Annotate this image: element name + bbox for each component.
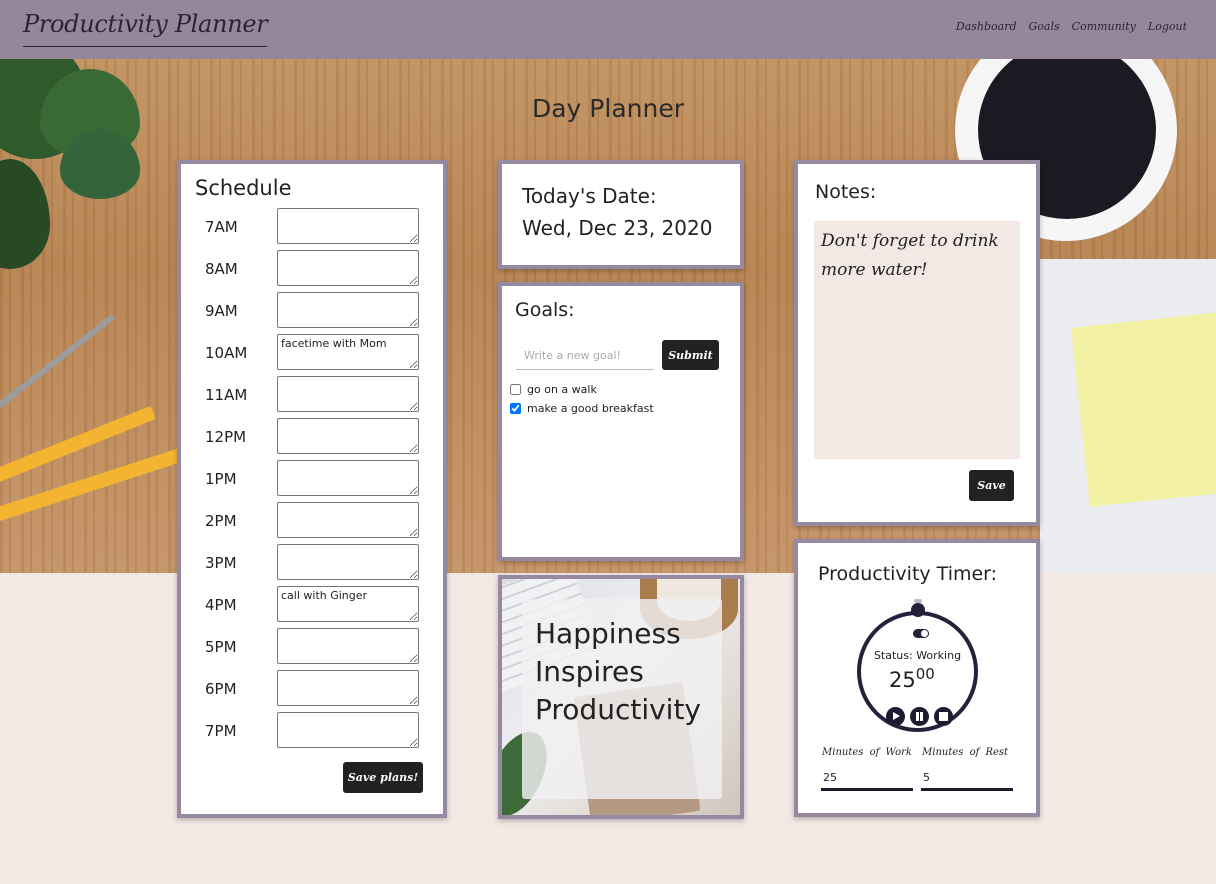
schedule-slot: 5PM <box>205 628 425 664</box>
nav-link-logout[interactable]: Logout <box>1148 20 1187 33</box>
nav-links: Dashboard Goals Community Logout <box>956 20 1187 33</box>
save-plans-button[interactable]: Save plans! <box>343 762 423 793</box>
slot-hour: 1PM <box>205 470 237 488</box>
sticky-note <box>1071 311 1216 507</box>
slot-input[interactable] <box>277 250 419 286</box>
page-title: Day Planner <box>531 94 684 123</box>
schedule-slot: 6PM <box>205 670 425 706</box>
schedule-card: Schedule 7AM 8AM 9AM 10AM facetime with M… <box>177 160 447 818</box>
brand-logo[interactable]: Productivity Planner <box>23 10 268 47</box>
goal-input[interactable] <box>516 341 654 370</box>
slot-hour: 11AM <box>205 386 248 404</box>
play-icon[interactable] <box>886 707 905 726</box>
slot-hour: 10AM <box>205 344 248 362</box>
slot-input[interactable] <box>277 376 419 412</box>
pause-icon[interactable] <box>910 707 929 726</box>
goal-checkbox[interactable] <box>510 402 521 414</box>
slot-hour: 7PM <box>205 722 237 740</box>
nav-link-community[interactable]: Community <box>1072 20 1136 33</box>
slot-hour: 6PM <box>205 680 237 698</box>
schedule-title: Schedule <box>195 176 292 200</box>
goals-title: Goals: <box>515 299 575 321</box>
slot-hour: 2PM <box>205 512 237 530</box>
slot-input[interactable] <box>277 208 419 244</box>
goal-text: go on a walk <box>527 382 597 396</box>
work-minutes-label: Minutes of Work <box>822 747 912 758</box>
rest-minutes-label: Minutes of Rest <box>922 747 1009 758</box>
timer-knob <box>911 603 925 617</box>
notes-save-button[interactable]: Save <box>969 470 1014 501</box>
slot-hour: 7AM <box>205 218 238 236</box>
quote-card: Happiness Inspires Productivity <box>498 575 744 819</box>
schedule-slot: 1PM <box>205 460 425 496</box>
schedule-slot: 2PM <box>205 502 425 538</box>
slot-hour: 4PM <box>205 596 237 614</box>
schedule-slot: 4PM call with Ginger <box>205 586 425 622</box>
slot-input[interactable] <box>277 502 419 538</box>
nav-link-goals[interactable]: Goals <box>1029 20 1060 33</box>
timer-clock: Status: Working 2500 <box>857 611 978 732</box>
timer-seconds: 00 <box>915 665 935 683</box>
timer-title: Productivity Timer: <box>818 563 998 585</box>
slot-input[interactable] <box>277 712 419 748</box>
goal-text: make a good breakfast <box>527 401 654 415</box>
slot-input[interactable] <box>277 418 419 454</box>
slot-hour: 8AM <box>205 260 238 278</box>
mode-toggle[interactable] <box>913 629 929 638</box>
slot-hour: 3PM <box>205 554 237 572</box>
schedule-slot: 12PM <box>205 418 425 454</box>
slot-hour: 12PM <box>205 428 247 446</box>
slot-input[interactable] <box>277 544 419 580</box>
schedule-slot: 11AM <box>205 376 425 412</box>
timer-display: 2500 <box>889 665 935 692</box>
goal-submit-button[interactable]: Submit <box>662 340 719 370</box>
slot-input[interactable] <box>277 670 419 706</box>
slot-input[interactable] <box>277 460 419 496</box>
date-card: Today's Date: Wed, Dec 23, 2020 <box>498 160 744 269</box>
timer-controls <box>886 707 953 726</box>
schedule-slot: 8AM <box>205 250 425 286</box>
slot-input[interactable] <box>277 628 419 664</box>
timer-card: Productivity Timer: Status: Working 2500… <box>794 539 1040 817</box>
timer-status: Status: Working <box>873 649 962 662</box>
goal-item[interactable]: make a good breakfast <box>510 400 654 416</box>
compass <box>0 313 116 411</box>
timer-minutes: 25 <box>889 668 916 692</box>
work-minutes-input[interactable] <box>821 767 913 791</box>
goal-item[interactable]: go on a walk <box>510 381 597 397</box>
schedule-slot: 9AM <box>205 292 425 328</box>
slot-input[interactable]: facetime with Mom <box>277 334 419 370</box>
schedule-slot: 7PM <box>205 712 425 748</box>
schedule-slot: 3PM <box>205 544 425 580</box>
nav-link-dashboard[interactable]: Dashboard <box>956 20 1017 33</box>
date-value: Wed, Dec 23, 2020 <box>522 216 713 240</box>
stop-icon[interactable] <box>934 707 953 726</box>
schedule-slot: 7AM <box>205 208 425 244</box>
slot-input[interactable]: call with Ginger <box>277 586 419 622</box>
rest-minutes-input[interactable] <box>921 767 1013 791</box>
notes-textarea[interactable]: Don't forget to drink more water! <box>814 221 1020 459</box>
goals-card: Goals: Submit go on a walk make a good b… <box>498 282 744 561</box>
date-label: Today's Date: <box>522 184 657 208</box>
schedule-slot: 10AM facetime with Mom <box>205 334 425 370</box>
goal-checkbox[interactable] <box>510 383 521 395</box>
notes-card: Notes: Don't forget to drink more water!… <box>794 160 1040 526</box>
slot-hour: 5PM <box>205 638 237 656</box>
navbar: Productivity Planner Dashboard Goals Com… <box>0 0 1216 59</box>
slot-hour: 9AM <box>205 302 238 320</box>
notes-title: Notes: <box>815 181 877 203</box>
slot-input[interactable] <box>277 292 419 328</box>
plant-leaf <box>0 159 50 269</box>
quote-text: Happiness Inspires Productivity <box>535 617 701 726</box>
